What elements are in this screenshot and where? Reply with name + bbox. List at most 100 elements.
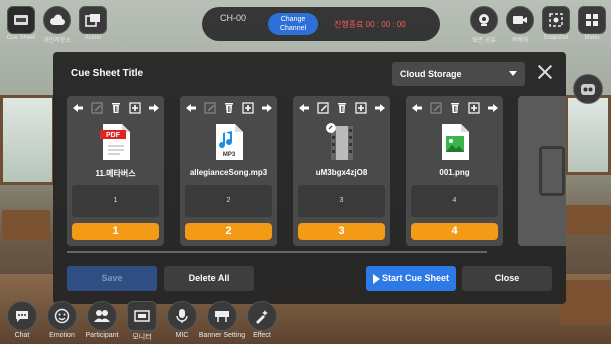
card-order-badge[interactable]: 3 xyxy=(298,223,385,240)
cue-card[interactable]: PDF 11.메타버스 1 1 xyxy=(67,96,164,246)
menu-icon xyxy=(578,6,606,34)
start-cue-sheet-button[interactable]: Start Cue Sheet xyxy=(366,266,456,291)
change-channel-button[interactable]: Change Channel xyxy=(268,13,318,35)
move-left-icon[interactable] xyxy=(184,102,197,115)
screen-share-label: 화면 공유 xyxy=(472,38,496,44)
screen-share-button[interactable]: 화면 공유 xyxy=(469,6,499,44)
close-button[interactable]: Close xyxy=(462,266,552,291)
cue-sheet-modal: Cue Sheet Title Cloud Storage PDF 11.메타버… xyxy=(53,52,566,304)
delete-all-button[interactable]: Delete All xyxy=(164,266,254,291)
storage-dropdown[interactable]: Cloud Storage xyxy=(392,62,525,86)
emotion-button[interactable]: Emotion xyxy=(46,301,78,342)
action-button[interactable]: Action xyxy=(78,6,108,44)
snapshot-icon xyxy=(542,6,570,34)
file-name: 11.메타버스 xyxy=(95,169,136,178)
background-desk xyxy=(2,210,50,240)
edit-icon[interactable] xyxy=(316,102,329,115)
card-toolbar xyxy=(297,101,386,115)
monitor-button[interactable]: 모니터 xyxy=(126,301,158,342)
move-right-icon[interactable] xyxy=(260,102,273,115)
play-icon xyxy=(372,273,380,284)
mp3-file-icon: MP3 xyxy=(212,122,246,162)
channel-name: CH-00 xyxy=(220,13,247,23)
effect-button[interactable]: Effect xyxy=(246,301,278,342)
cue-card[interactable]: MP3 allegianceSong.mp3 2 2 xyxy=(180,96,277,246)
cue-card-list: PDF 11.메타버스 1 1 MP3 allegianceSong.mp3 2… xyxy=(67,96,503,246)
top-left-toolbar: Cue Sheet 개인저장소 Action xyxy=(6,6,108,44)
add-icon[interactable] xyxy=(354,102,367,115)
close-icon[interactable] xyxy=(537,64,553,80)
cue-sheet-button[interactable]: Cue Sheet xyxy=(6,6,36,44)
robot-avatar-button[interactable] xyxy=(573,74,603,104)
chevron-down-icon xyxy=(509,71,517,76)
trash-icon[interactable] xyxy=(335,102,348,115)
chat-icon xyxy=(7,301,37,331)
cue-sheet-label: Cue Sheet xyxy=(6,35,36,41)
trash-icon[interactable] xyxy=(448,102,461,115)
cue-card[interactable]: 001.png 4 4 xyxy=(406,96,503,246)
snapshot-button[interactable]: Snapshot xyxy=(541,6,571,44)
top-right-toolbar: 화면 공유 카메라 Snapshot Menu xyxy=(469,6,607,44)
move-left-icon[interactable] xyxy=(410,102,423,115)
mic-label: MIC xyxy=(175,332,189,339)
modal-title: Cue Sheet Title xyxy=(71,68,144,79)
add-icon[interactable] xyxy=(241,102,254,115)
save-button[interactable]: Save xyxy=(67,266,157,291)
trash-icon[interactable] xyxy=(109,102,122,115)
move-right-icon[interactable] xyxy=(486,102,499,115)
chat-button[interactable]: Chat xyxy=(6,301,38,342)
background-desk xyxy=(566,205,611,235)
banner-setting-button[interactable]: Banner Setting xyxy=(199,301,245,342)
menu-button[interactable]: Menu xyxy=(577,6,607,44)
menu-label: Menu xyxy=(584,35,600,41)
card-toolbar xyxy=(184,101,273,115)
add-icon[interactable] xyxy=(128,102,141,115)
move-left-icon[interactable] xyxy=(297,102,310,115)
participant-label: Participant xyxy=(85,332,119,339)
next-card-preview xyxy=(539,146,565,196)
personal-storage-button[interactable]: 개인저장소 xyxy=(42,6,72,44)
mp3-file-icon-badge: MP3 xyxy=(223,152,236,158)
mic-button[interactable]: MIC xyxy=(166,301,198,342)
card-order-badge[interactable]: 1 xyxy=(72,223,159,240)
camera-label: 카메라 xyxy=(511,38,529,44)
add-icon[interactable] xyxy=(467,102,480,115)
personal-storage-label: 개인저장소 xyxy=(43,38,71,44)
edit-icon[interactable] xyxy=(429,102,442,115)
camera-button[interactable]: 카메라 xyxy=(505,6,535,44)
file-name: uM3bgx4zjO8 xyxy=(315,168,368,177)
move-left-icon[interactable] xyxy=(71,102,84,115)
banner-setting-label: Banner Setting xyxy=(198,332,246,339)
move-right-icon[interactable] xyxy=(147,102,160,115)
card-order-badge[interactable]: 4 xyxy=(411,223,498,240)
participant-button[interactable]: Participant xyxy=(85,301,119,342)
card-index: 1 xyxy=(72,185,159,217)
emotion-icon xyxy=(47,301,77,331)
participants-icon xyxy=(87,301,117,331)
action-icon xyxy=(79,6,107,34)
robot-icon xyxy=(581,84,595,95)
card-index: 2 xyxy=(185,185,272,217)
background-window xyxy=(0,95,55,185)
trash-icon[interactable] xyxy=(222,102,235,115)
effect-label: Effect xyxy=(253,332,271,339)
card-order-badge[interactable]: 2 xyxy=(185,223,272,240)
pdf-file-icon-badge: PDF xyxy=(106,132,121,139)
screen-share-icon xyxy=(470,6,498,34)
card-scrollbar[interactable] xyxy=(67,251,487,253)
cue-card[interactable]: uM3bgx4zjO8 3 3 xyxy=(293,96,390,246)
start-cue-sheet-label: Start Cue Sheet xyxy=(381,273,450,283)
edit-icon[interactable] xyxy=(90,102,103,115)
camera-icon xyxy=(506,6,534,34)
move-right-icon[interactable] xyxy=(373,102,386,115)
storage-dropdown-value: Cloud Storage xyxy=(400,69,462,79)
next-card-panel[interactable] xyxy=(518,96,566,246)
card-toolbar xyxy=(71,101,160,115)
video-file-icon xyxy=(325,122,359,162)
pdf-file-icon: PDF xyxy=(99,122,133,162)
effect-icon xyxy=(247,301,277,331)
edit-icon[interactable] xyxy=(203,102,216,115)
background-window xyxy=(565,95,611,175)
card-index: 4 xyxy=(411,185,498,217)
file-name: allegianceSong.mp3 xyxy=(189,168,268,177)
